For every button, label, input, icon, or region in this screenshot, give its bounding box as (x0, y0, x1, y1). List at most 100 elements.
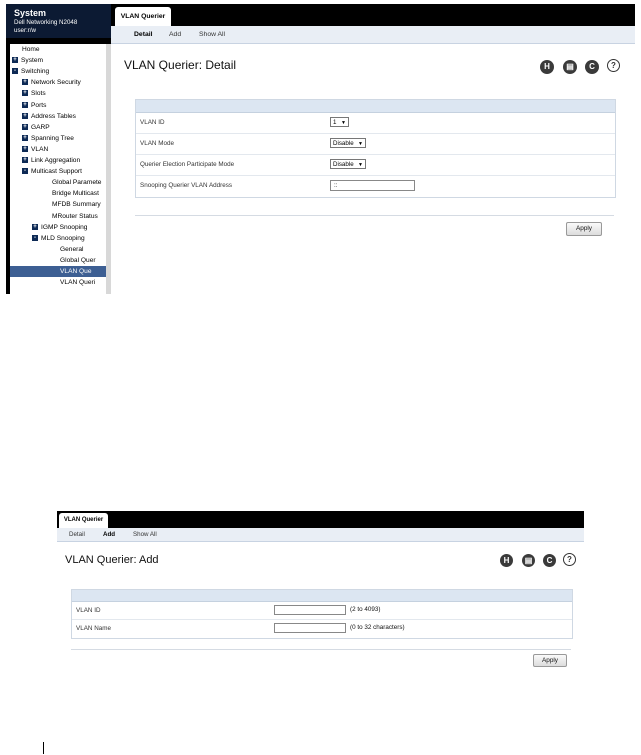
vlan-id-label: VLAN ID (76, 607, 101, 614)
tree-item[interactable]: MFDB Summary (10, 199, 106, 210)
tree-item[interactable]: + Slots (10, 88, 106, 99)
top-tab-bar: VLAN Querier (57, 511, 584, 528)
tree-item-label: VLAN (31, 145, 49, 153)
tree-item[interactable]: + Link Aggregation (10, 155, 106, 166)
tab-vlan-querier[interactable]: VLAN Querier (115, 7, 171, 26)
collapse-icon[interactable]: - (22, 168, 28, 175)
tree-item[interactable]: General (10, 244, 106, 255)
sub-tab-bar: Detail Add Show All (57, 528, 584, 542)
collapse-icon[interactable]: - (32, 234, 38, 241)
chevron-down-icon: ▼ (341, 120, 346, 126)
row-vlan-id: VLAN ID (2 to 4093) (72, 602, 572, 620)
tree-item[interactable]: - MLD Snooping (10, 233, 106, 244)
subtab-show-all[interactable]: Show All (133, 528, 157, 541)
tree-item[interactable]: VLAN Queri (10, 277, 106, 288)
form-divider (71, 649, 571, 650)
tree-item[interactable]: + Address Tables (10, 111, 106, 122)
tree-item[interactable]: + GARP (10, 122, 106, 133)
querier-address-label: Snooping Querier VLAN Address (140, 182, 233, 189)
vlan-mode-value: Disable (333, 140, 354, 147)
expand-icon[interactable]: + (22, 79, 28, 86)
vlan-name-label: VLAN Name (76, 625, 111, 632)
vlan-name-input[interactable] (274, 623, 346, 633)
expand-icon[interactable]: + (22, 134, 28, 141)
tree-item[interactable]: + Network Security (10, 77, 106, 88)
tree-item-label: Address Tables (31, 112, 76, 120)
tree-item[interactable]: MRouter Status (10, 211, 106, 222)
expand-icon[interactable]: + (22, 145, 28, 152)
print-icon[interactable]: ▤ (563, 60, 577, 74)
save-icon[interactable]: H (500, 554, 513, 567)
tree-item-label: Multicast Support (31, 168, 82, 176)
save-icon[interactable]: H (540, 60, 554, 74)
tree-item[interactable]: Home (10, 44, 106, 55)
content-area: VLAN Querier Detail Add Show All VLAN Qu… (111, 4, 635, 294)
election-mode-select[interactable]: Disable ▼ (330, 159, 366, 169)
chevron-down-icon: ▼ (358, 141, 363, 147)
tree-item-label: Slots (31, 90, 46, 98)
expand-icon[interactable]: + (22, 101, 28, 108)
expand-icon[interactable]: + (32, 223, 38, 230)
vlan-id-select[interactable]: 1 ▼ (330, 117, 349, 127)
tree-item[interactable]: + Spanning Tree (10, 133, 106, 144)
querier-address-input[interactable]: :: (330, 180, 415, 191)
election-mode-value: Disable (333, 161, 354, 168)
expand-icon[interactable]: + (22, 123, 28, 130)
tree-item-label: Global Paramete (52, 179, 102, 187)
expand-icon[interactable]: + (22, 157, 28, 163)
tree-item[interactable]: Global Quer (10, 255, 106, 266)
tree-item[interactable]: + System (10, 55, 106, 66)
expand-icon[interactable]: + (22, 112, 28, 119)
subtab-add[interactable]: Add (169, 26, 181, 43)
expand-icon[interactable]: + (22, 90, 28, 97)
vlan-id-input[interactable] (274, 605, 346, 615)
tree-item[interactable]: + Ports (10, 100, 106, 111)
subtab-detail[interactable]: Detail (69, 528, 85, 541)
user-role: user:r/w (14, 27, 37, 34)
tree-item-label: MLD Snooping (41, 234, 85, 242)
apply-button[interactable]: Apply (533, 654, 567, 667)
help-icon[interactable]: ? (563, 553, 576, 566)
panel-header (136, 100, 615, 113)
tree-item[interactable]: + IGMP Snooping (10, 222, 106, 233)
expand-icon[interactable]: + (12, 57, 18, 64)
text-cursor (43, 742, 44, 754)
panel-header (72, 590, 572, 602)
tree-item-label: Switching (21, 68, 50, 76)
tree-item[interactable]: - Multicast Support (10, 166, 106, 177)
vlan-name-length-hint: (0 to 32 characters) (350, 624, 405, 631)
system-title: System (14, 8, 47, 18)
tree-item-label: Bridge Multicast (52, 190, 99, 198)
tab-vlan-querier[interactable]: VLAN Querier (59, 513, 108, 528)
print-icon[interactable]: ▤ (522, 554, 535, 567)
page-title: VLAN Querier: Add (65, 554, 159, 566)
chevron-down-icon: ▼ (358, 162, 363, 168)
tree-item[interactable]: Global Paramete (10, 177, 106, 188)
row-election-mode: Querier Election Participate Mode Disabl… (136, 155, 615, 176)
tree-item-label: Ports (31, 101, 47, 109)
page-title: VLAN Querier: Detail (124, 58, 237, 72)
tree-item-label: Home (22, 46, 40, 53)
vlan-id-label: VLAN ID (140, 119, 165, 126)
subtab-add[interactable]: Add (103, 528, 115, 541)
election-mode-label: Querier Election Participate Mode (140, 161, 235, 168)
tree-item[interactable]: + VLAN (10, 144, 106, 155)
sidebar-header: System Dell Networking N2048 user:r/w (6, 4, 111, 38)
detail-form-panel: VLAN ID 1 ▼ VLAN Mode Disable ▼ Querier El… (135, 99, 616, 198)
tree-item[interactable]: VLAN Que (10, 266, 106, 277)
collapse-icon[interactable]: - (12, 68, 18, 75)
refresh-icon[interactable]: C (543, 554, 556, 567)
refresh-icon[interactable]: C (585, 60, 599, 74)
help-icon[interactable]: ? (607, 59, 620, 72)
apply-button[interactable]: Apply (566, 222, 602, 236)
row-vlan-mode: VLAN Mode Disable ▼ (136, 134, 615, 155)
tree-item[interactable]: Bridge Multicast (10, 188, 106, 199)
tree-item-label: Spanning Tree (31, 134, 74, 142)
sub-tab-bar: Detail Add Show All (111, 26, 635, 44)
tree-item-label: VLAN Que (60, 268, 92, 275)
tree-item[interactable]: - Switching (10, 66, 106, 77)
vlan-mode-select[interactable]: Disable ▼ (330, 138, 366, 148)
subtab-detail[interactable]: Detail (134, 26, 153, 43)
device-name: Dell Networking N2048 (14, 19, 78, 26)
subtab-show-all[interactable]: Show All (199, 26, 225, 43)
